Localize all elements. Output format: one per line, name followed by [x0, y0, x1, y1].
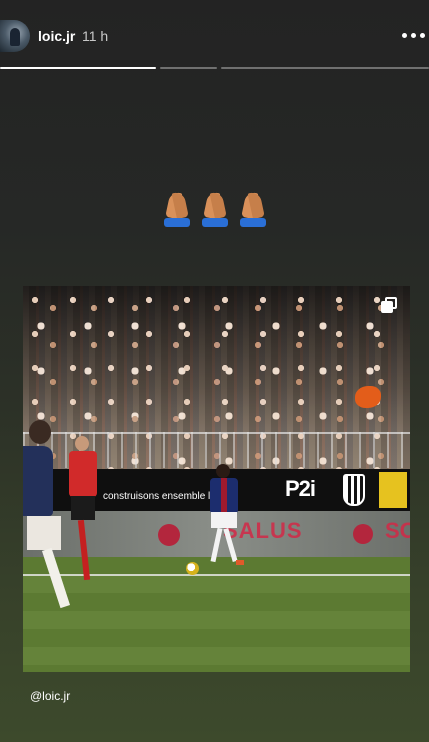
ad-board-brand: P2i: [285, 476, 316, 501]
referee: [65, 436, 99, 596]
dot: [402, 33, 407, 38]
lower-board-text-2: SO: [385, 518, 410, 543]
username[interactable]: loic.jr: [38, 28, 75, 44]
avatar-figure: [10, 28, 20, 46]
main-player: [208, 464, 244, 574]
ad-board-text: construisons ensemble lim: [103, 491, 221, 502]
football: [186, 562, 199, 575]
progress-segment: [160, 67, 217, 69]
dot: [411, 33, 416, 38]
sponsor-logo-icon: [158, 524, 180, 546]
sponsor-logo-icon: [353, 524, 373, 544]
emoji-sticker: [0, 191, 429, 236]
folded-hands-icon: [200, 191, 230, 227]
story-header: loic.jr 11 h: [0, 20, 429, 52]
club-crest-icon: [343, 474, 365, 506]
story-photo[interactable]: construisons ensemble lim P2i SALUS SO: [23, 286, 410, 672]
post-time: 11 h: [82, 28, 109, 44]
progress-segment: [221, 67, 429, 69]
mention-sticker[interactable]: @loic.jr: [30, 689, 70, 703]
foreground-player: [23, 420, 71, 626]
carousel-icon: [381, 297, 397, 313]
story-progress-bar: [0, 67, 429, 69]
folded-hands-icon: [162, 191, 192, 227]
sponsor-panel: [379, 472, 407, 508]
dot: [420, 33, 425, 38]
folded-hands-icon: [162, 191, 268, 227]
more-options-icon[interactable]: [402, 33, 425, 38]
avatar[interactable]: [0, 20, 30, 52]
progress-segment: [0, 67, 156, 69]
crowd-flag: [355, 386, 381, 408]
folded-hands-icon: [238, 191, 268, 227]
